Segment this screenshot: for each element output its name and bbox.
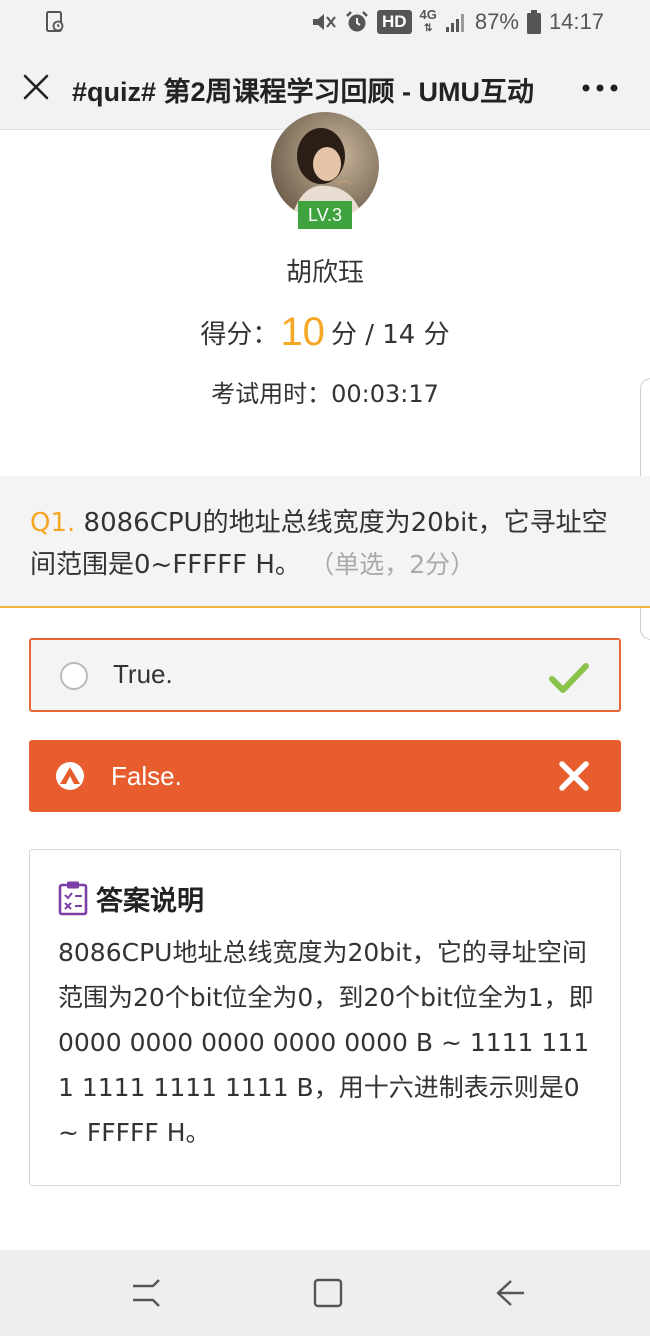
clock: 14:17	[548, 9, 604, 34]
question: Q1. 8086CPU的地址总线宽度为20bit，它寻址空间范围是0~FFFFF…	[0, 476, 650, 608]
clipboard-icon	[58, 881, 88, 916]
score-suffix: 分 / 14 分	[330, 320, 450, 350]
page-title: #quiz# 第2周课程学习回顾 - UMU互动	[72, 77, 535, 107]
screenshot-icon	[46, 11, 64, 32]
score-value: 10	[280, 310, 325, 354]
battery-icon	[526, 10, 541, 34]
explanation-header: 答案说明	[58, 880, 204, 917]
x-icon	[559, 761, 589, 791]
user-name: 胡欣珏	[285, 258, 364, 288]
mute-icon	[312, 14, 336, 30]
option-label: True.	[113, 659, 173, 689]
question-number: Q1.	[30, 508, 76, 538]
close-icon[interactable]	[22, 73, 50, 101]
score-label: 得分：	[200, 320, 279, 350]
level-badge: LV.3	[298, 201, 352, 229]
explanation-title: 答案说明	[96, 885, 204, 917]
network-label: 4G	[419, 7, 437, 22]
battery-percent: 87%	[474, 9, 519, 34]
explanation-text: 8086CPU地址总线宽度为20bit，它的寻址空间范围为20个bit位全为0，…	[58, 938, 594, 1147]
home-icon[interactable]	[311, 1276, 345, 1310]
nav-bar	[0, 1250, 650, 1336]
radio-icon	[60, 662, 88, 690]
status-icons: HD 4G ⇅ 87% 14:17	[311, 8, 604, 36]
score-line: 得分：10 分 / 14 分	[0, 310, 650, 355]
signal-icon	[445, 14, 464, 32]
selected-radio-icon	[56, 762, 84, 790]
status-bar: HD 4G ⇅ 87% 14:17	[0, 0, 650, 44]
question-meta: （单选，2分）	[309, 550, 476, 579]
network-type: 4G ⇅	[419, 7, 437, 34]
option-true[interactable]: True.	[29, 638, 621, 712]
more-icon[interactable]	[582, 84, 618, 92]
hd-badge: HD	[376, 10, 412, 34]
back-icon[interactable]	[493, 1276, 527, 1310]
time-value: 00:03:17	[331, 380, 439, 408]
check-icon	[549, 663, 589, 693]
answer-explanation: 答案说明 8086CPU地址总线宽度为20bit，它的寻址空间范围为20个bit…	[29, 849, 621, 1186]
option-false[interactable]: False.	[29, 740, 621, 812]
exam-time: 考试用时：00:03:17	[0, 374, 650, 409]
option-label: False.	[111, 761, 182, 791]
time-label: 考试用时：	[211, 380, 332, 408]
alarm-icon	[346, 11, 368, 32]
recents-icon[interactable]	[129, 1276, 163, 1310]
